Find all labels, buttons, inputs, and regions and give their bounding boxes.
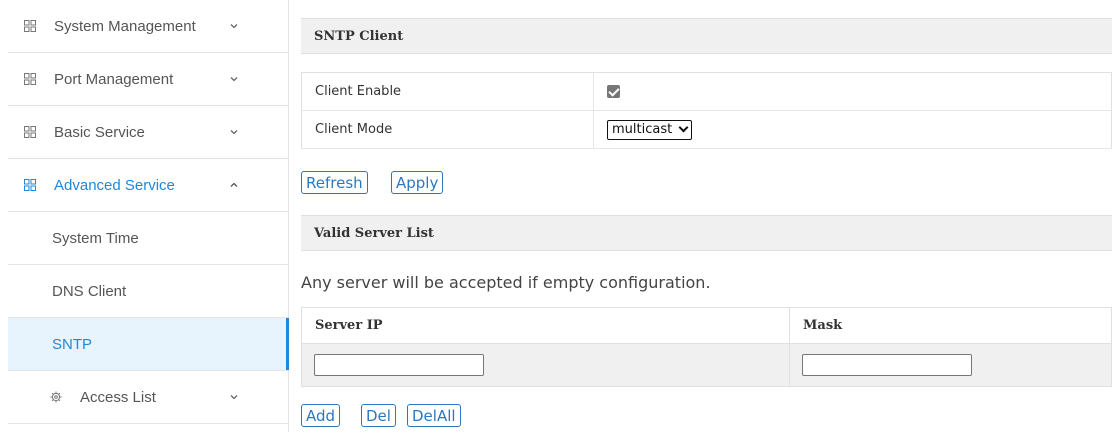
mask-cell: [789, 343, 1112, 387]
valid-server-list-header: Valid Server List: [301, 215, 1112, 251]
grid-icon: [24, 20, 36, 32]
sidebar-item-advanced-service[interactable]: Advanced Service: [8, 159, 288, 212]
grid-icon: [24, 73, 36, 85]
sntp-client-header: SNTP Client: [301, 18, 1112, 54]
sidebar-item-basic-service[interactable]: Basic Service: [8, 106, 288, 159]
main-content: SNTP Client Client Enable Client Mode mu…: [301, 0, 1112, 432]
sidebar-item-label: Basic Service: [54, 123, 145, 141]
server-list-table: Server IP Mask: [301, 307, 1112, 387]
server-ip-input[interactable]: [314, 354, 484, 376]
apply-button[interactable]: Apply: [391, 171, 444, 194]
sntp-client-form: Client Enable Client Mode multicast: [301, 72, 1112, 149]
client-enable-label: Client Enable: [301, 72, 594, 111]
gear-icon: [50, 391, 62, 403]
del-button[interactable]: Del: [361, 404, 396, 427]
table-row: [301, 343, 1112, 387]
sidebar-item-sntp[interactable]: SNTP: [8, 318, 289, 371]
chevron-down-icon: [678, 122, 689, 133]
sidebar: System Management Port Management Basic …: [8, 0, 289, 432]
chevron-down-icon: [230, 24, 238, 29]
sidebar-item-port-management[interactable]: Port Management: [8, 53, 288, 106]
grid-icon: [24, 126, 36, 138]
client-enable-cell: [593, 72, 1112, 111]
chevron-down-icon: [230, 77, 238, 82]
client-mode-label: Client Mode: [301, 110, 594, 149]
client-enable-checkbox[interactable]: [607, 85, 620, 98]
client-enable-row: Client Enable: [301, 72, 1112, 111]
sidebar-item-label: DNS Client: [52, 282, 127, 300]
chevron-down-icon: [230, 395, 238, 400]
section-title: Valid Server List: [314, 225, 434, 241]
sidebar-item-dns-client[interactable]: DNS Client: [8, 265, 288, 318]
section-title: SNTP Client: [314, 28, 404, 44]
sidebar-item-system-management[interactable]: System Management: [8, 0, 288, 53]
sidebar-item-label: System Management: [54, 17, 196, 35]
grid-icon: [24, 179, 36, 191]
sidebar-item-system-time[interactable]: System Time: [8, 212, 288, 265]
chevron-up-icon: [230, 182, 238, 187]
sidebar-item-label: SNTP: [52, 335, 93, 353]
sidebar-item-label: System Time: [52, 229, 139, 247]
column-header-mask: Mask: [789, 307, 1112, 344]
delall-button[interactable]: DelAll: [407, 404, 461, 427]
client-mode-value: multicast: [612, 122, 673, 137]
sidebar-item-label: Port Management: [54, 70, 174, 88]
server-ip-cell: [301, 343, 790, 387]
client-mode-row: Client Mode multicast: [301, 110, 1112, 149]
mask-input[interactable]: [802, 354, 972, 376]
table-header-row: Server IP Mask: [301, 307, 1112, 344]
column-header-server-ip: Server IP: [301, 307, 790, 344]
server-list-note: Any server will be accepted if empty con…: [301, 273, 711, 292]
chevron-down-icon: [230, 130, 238, 135]
sidebar-item-access-list[interactable]: Access List: [8, 371, 288, 424]
client-mode-select[interactable]: multicast: [607, 119, 693, 140]
sidebar-item-label: Access List: [80, 388, 156, 406]
refresh-button[interactable]: Refresh: [301, 171, 368, 194]
add-button[interactable]: Add: [301, 404, 341, 427]
sidebar-item-label: Advanced Service: [54, 176, 175, 194]
client-mode-cell: multicast: [593, 110, 1112, 149]
